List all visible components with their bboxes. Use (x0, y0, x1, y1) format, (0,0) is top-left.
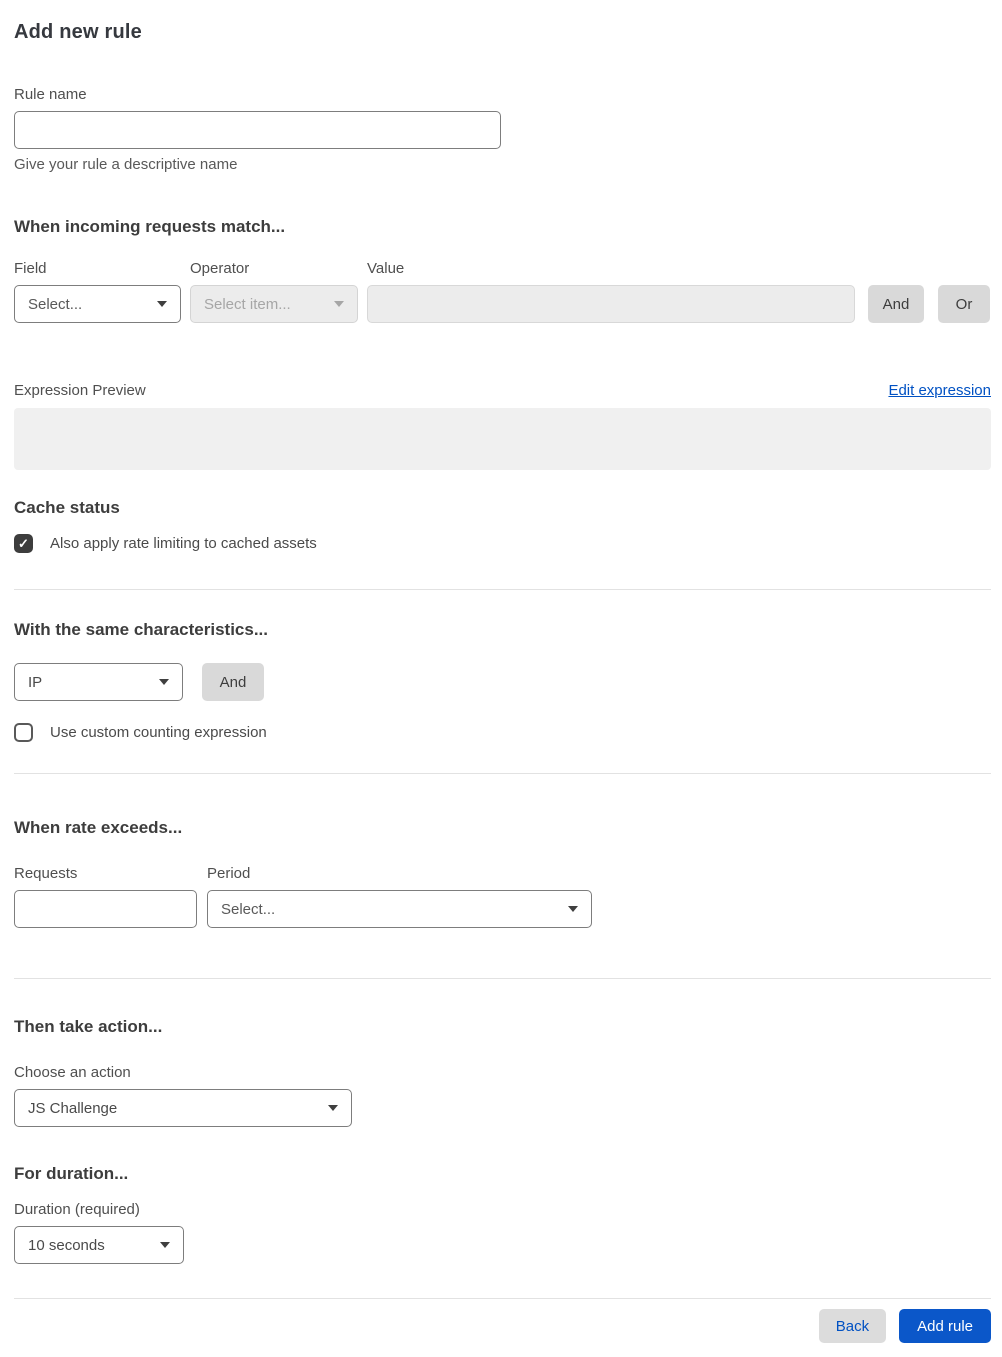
section-divider (14, 978, 991, 979)
duration-select-value: 10 seconds (28, 1236, 105, 1254)
characteristics-heading: With the same characteristics... (14, 620, 269, 639)
operator-group: Operator Select item... (190, 260, 358, 323)
cache-status-heading: Cache status (14, 498, 120, 517)
section-divider (14, 773, 991, 774)
custom-counting-checkbox[interactable] (14, 723, 33, 742)
duration-select[interactable]: 10 seconds (14, 1226, 184, 1264)
operator-label: Operator (190, 260, 250, 277)
duration-label: Duration (required) (14, 1201, 140, 1218)
cache-status-checkbox-row: ✓ Also apply rate limiting to cached ass… (14, 534, 991, 553)
action-heading: Then take action... (14, 1017, 163, 1036)
field-label: Field (14, 260, 47, 277)
custom-counting-checkbox-label: Use custom counting expression (50, 724, 267, 741)
field-select[interactable]: Select... (14, 285, 181, 323)
custom-counting-checkbox-row: Use custom counting expression (14, 723, 991, 742)
add-rule-form: Add new rule Rule name Give your rule a … (0, 0, 1002, 1357)
operator-select: Select item... (190, 285, 358, 323)
footer-actions: Back Add rule (14, 1309, 991, 1343)
characteristics-select[interactable]: IP (14, 663, 183, 701)
value-label: Value (367, 260, 405, 277)
characteristics-row: IP And (14, 663, 991, 701)
and-button[interactable]: And (868, 285, 924, 323)
action-select-value: JS Challenge (28, 1099, 118, 1117)
expression-preview-header: Expression Preview Edit expression (14, 382, 991, 399)
expression-preview-label: Expression Preview (14, 382, 146, 399)
chevron-down-icon (334, 301, 344, 307)
match-section-heading: When incoming requests match... (14, 217, 286, 236)
expression-preview-box (14, 408, 991, 470)
chevron-down-icon (328, 1105, 338, 1111)
page-title: Add new rule (14, 21, 142, 43)
operator-select-value: Select item... (204, 295, 291, 313)
period-select-value: Select... (221, 900, 276, 918)
action-select[interactable]: JS Challenge (14, 1089, 352, 1127)
field-select-value: Select... (28, 295, 83, 313)
rate-heading: When rate exceeds... (14, 818, 183, 837)
back-button[interactable]: Back (818, 1309, 887, 1343)
requests-input[interactable] (14, 890, 197, 928)
period-group: Period Select... (207, 865, 592, 928)
value-input (367, 285, 855, 323)
cache-assets-checkbox[interactable]: ✓ (14, 534, 33, 553)
period-select[interactable]: Select... (207, 890, 592, 928)
period-label: Period (207, 865, 251, 882)
add-rule-button[interactable]: Add rule (899, 1309, 991, 1343)
or-button[interactable]: Or (938, 285, 990, 323)
chevron-down-icon (160, 1242, 170, 1248)
chevron-down-icon (159, 679, 169, 685)
rate-row: Requests Period Select... (14, 865, 991, 928)
action-label: Choose an action (14, 1064, 131, 1081)
edit-expression-link[interactable]: Edit expression (888, 382, 991, 399)
footer-divider (14, 1298, 991, 1299)
cache-assets-checkbox-label: Also apply rate limiting to cached asset… (50, 535, 317, 552)
check-icon: ✓ (18, 536, 29, 551)
rule-name-label: Rule name (14, 86, 87, 103)
rule-name-group: Rule name Give your rule a descriptive n… (14, 86, 991, 173)
rule-name-input[interactable] (14, 111, 501, 149)
value-group: Value (367, 260, 855, 323)
characteristics-select-value: IP (28, 673, 43, 691)
requests-group: Requests (14, 865, 197, 928)
requests-label: Requests (14, 865, 78, 882)
chevron-down-icon (568, 906, 578, 912)
section-divider (14, 589, 991, 590)
duration-heading: For duration... (14, 1164, 129, 1183)
characteristics-and-button[interactable]: And (202, 663, 264, 701)
chevron-down-icon (157, 301, 167, 307)
match-row: Field Select... Operator Select item... … (14, 260, 991, 323)
field-group: Field Select... (14, 260, 181, 323)
rule-name-helper: Give your rule a descriptive name (14, 156, 238, 173)
